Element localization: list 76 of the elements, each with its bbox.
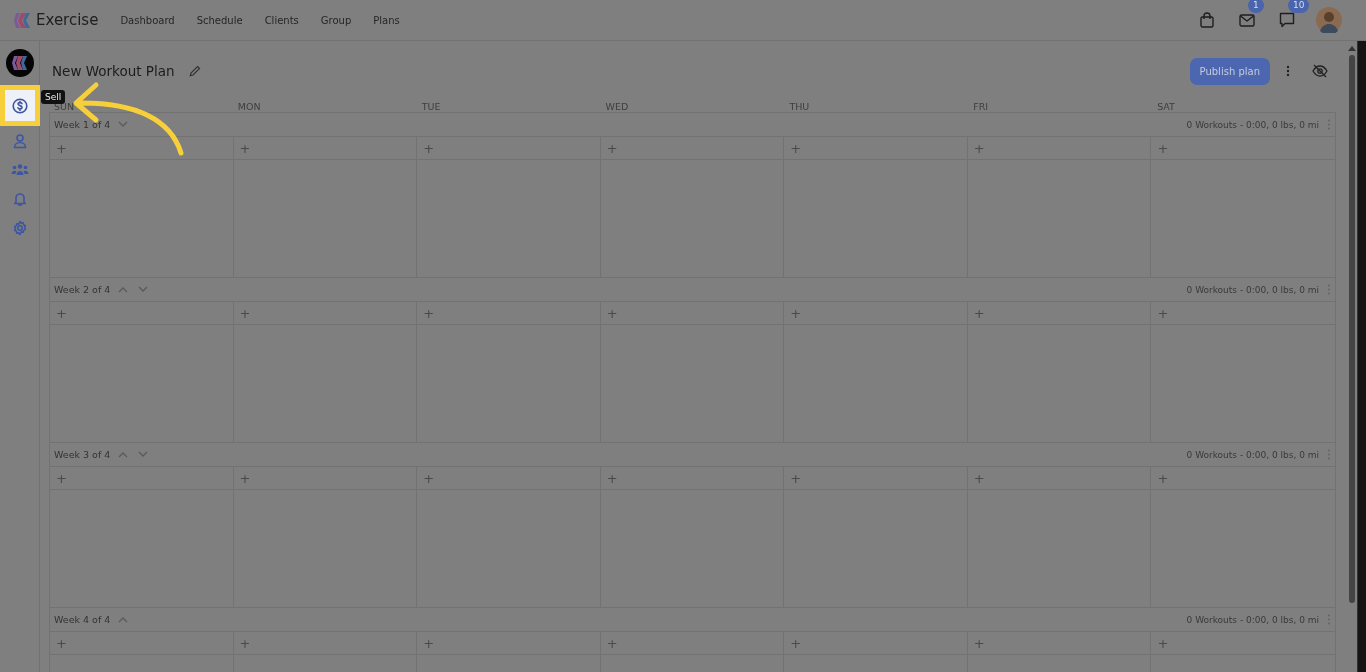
add-workout-button[interactable]: + — [973, 141, 985, 155]
add-workout-button[interactable]: + — [606, 141, 618, 155]
hidden-eye-button[interactable] — [1310, 62, 1330, 80]
week-summary: 0 Workouts - 0:00, 0 lbs, 0 mi — [1186, 614, 1319, 625]
add-workout-button[interactable]: + — [239, 471, 251, 485]
add-workout-button[interactable]: + — [1157, 306, 1169, 320]
add-workout-button[interactable]: + — [239, 141, 251, 155]
add-workout-button[interactable]: + — [423, 471, 435, 485]
add-workout-button[interactable]: + — [56, 471, 67, 485]
add-workout-button[interactable]: + — [56, 141, 67, 155]
add-workout-button[interactable]: + — [606, 471, 618, 485]
avatar[interactable] — [1316, 7, 1342, 33]
chevron-down-icon[interactable] — [138, 286, 149, 293]
add-workout-button[interactable]: + — [423, 141, 435, 155]
chevron-up-icon[interactable] — [118, 286, 129, 293]
day-label: SAT — [1156, 101, 1176, 112]
chevron-up-icon[interactable] — [118, 616, 129, 623]
nav-link[interactable]: Clients — [264, 14, 299, 26]
plan-title: New Workout Plan — [52, 63, 175, 79]
add-workout-button[interactable]: + — [606, 306, 618, 320]
group-icon — [10, 162, 29, 178]
add-workout-button[interactable]: + — [606, 636, 618, 650]
mail-icon — [1239, 13, 1255, 27]
add-workout-button[interactable]: + — [239, 306, 251, 320]
tooltip: Sell — [41, 90, 66, 104]
nav-link[interactable]: Schedule — [196, 14, 243, 26]
day-label: THU — [788, 101, 811, 112]
day-label: TUE — [420, 101, 442, 112]
settings-icon — [11, 220, 28, 236]
pencil-icon[interactable] — [188, 65, 201, 77]
add-workout-button[interactable]: + — [423, 306, 435, 320]
week-label: Week 3 of 4 — [54, 449, 111, 460]
add-workout-button[interactable]: + — [790, 141, 802, 155]
publish-button[interactable]: Publish plan — [1189, 57, 1270, 85]
bell-icon — [11, 191, 28, 207]
person-icon — [11, 133, 28, 149]
scroll-up-icon[interactable] — [1347, 45, 1356, 51]
logo-icon — [14, 11, 30, 29]
day-label: FRI — [972, 101, 990, 112]
chevron-up-icon[interactable] — [118, 451, 129, 458]
add-workout-button[interactable]: + — [56, 306, 67, 320]
week-summary: 0 Workouts - 0:00, 0 lbs, 0 mi — [1186, 449, 1319, 460]
count-badge: 1 — [1248, 0, 1264, 13]
chevron-down-icon[interactable] — [118, 121, 129, 128]
add-workout-button[interactable]: + — [790, 636, 802, 650]
week-summary: 0 Workouts - 0:00, 0 lbs, 0 mi — [1186, 119, 1319, 130]
week-summary: 0 Workouts - 0:00, 0 lbs, 0 mi — [1186, 284, 1319, 295]
logo-icon — [5, 49, 34, 77]
day-label: WED — [604, 101, 630, 112]
add-workout-button[interactable]: + — [1157, 141, 1169, 155]
dollar-icon — [11, 97, 28, 114]
week-label: Week 2 of 4 — [54, 284, 111, 295]
add-workout-button[interactable]: + — [790, 306, 802, 320]
chat-icon — [1279, 12, 1295, 28]
app-name: Exercise — [36, 11, 99, 29]
week-label: Week 1 of 4 — [54, 119, 111, 130]
add-workout-button[interactable]: + — [239, 636, 251, 650]
week-label: Week 4 of 4 — [54, 614, 111, 625]
day-label: MON — [236, 101, 262, 112]
nav-link[interactable]: Plans — [373, 14, 400, 26]
scrollbar-thumb[interactable] — [1348, 55, 1355, 603]
add-workout-button[interactable]: + — [1157, 471, 1169, 485]
count-badge: 10 — [1288, 0, 1310, 13]
sidebar-button[interactable] — [0, 85, 40, 126]
add-workout-button[interactable]: + — [56, 636, 67, 650]
more-button[interactable] — [1284, 63, 1292, 79]
nav-link[interactable]: Group — [320, 14, 352, 26]
shopping-bag-icon — [1200, 12, 1214, 28]
add-workout-button[interactable]: + — [790, 471, 802, 485]
add-workout-button[interactable]: + — [1157, 636, 1169, 650]
nav-link[interactable]: Dashboard — [120, 14, 175, 26]
chevron-down-icon[interactable] — [138, 451, 149, 458]
add-workout-button[interactable]: + — [423, 636, 435, 650]
add-workout-button[interactable]: + — [973, 636, 985, 650]
add-workout-button[interactable]: + — [973, 306, 985, 320]
add-workout-button[interactable]: + — [973, 471, 985, 485]
